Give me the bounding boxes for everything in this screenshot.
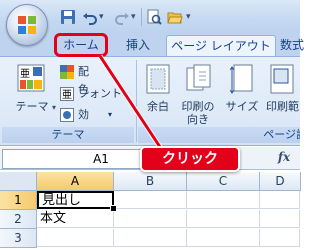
cell-a1[interactable]: 見出し xyxy=(37,191,114,209)
fonts-icon: 亜 xyxy=(60,87,74,101)
fill-handle[interactable] xyxy=(110,205,117,212)
print-area-label: 印刷範 xyxy=(266,100,299,113)
size-icon xyxy=(230,64,253,94)
svg-text:亜: 亜 xyxy=(62,90,72,101)
undo-icon[interactable] xyxy=(82,9,98,25)
themes-label: テーマ xyxy=(15,100,49,113)
orientation-label-line2: 向き xyxy=(187,113,209,126)
orientation-button[interactable]: 印刷の 向き xyxy=(178,62,218,126)
save-icon[interactable] xyxy=(60,9,76,25)
margins-label: 余白 xyxy=(147,100,169,113)
themes-dropdown-icon[interactable]: ▾ xyxy=(52,103,56,112)
home-tab-highlight xyxy=(54,33,108,57)
open-folder-icon[interactable] xyxy=(167,9,183,25)
click-callout: クリック xyxy=(140,146,240,172)
office-logo-icon xyxy=(18,16,36,34)
cell-b3[interactable] xyxy=(114,229,187,247)
row-header-3[interactable]: 3 xyxy=(0,229,37,248)
undo-dropdown-icon[interactable]: ▾ xyxy=(99,8,107,26)
cell-c1[interactable] xyxy=(187,191,260,209)
cell-c2[interactable] xyxy=(187,210,260,228)
colors-icon xyxy=(60,65,74,79)
print-area-button[interactable]: 印刷範 xyxy=(264,62,300,122)
margins-button[interactable]: 余白 xyxy=(140,62,174,122)
themes-button[interactable]: 亜 テーマ xyxy=(14,62,49,122)
insert-function-button[interactable]: fx xyxy=(276,150,292,166)
print-area-icon xyxy=(270,64,294,94)
customize-qat-icon[interactable]: ▾ xyxy=(186,8,194,26)
fonts-dropdown-icon: ▾ xyxy=(122,89,127,98)
orientation-icon xyxy=(186,64,211,91)
svg-text:亜: 亜 xyxy=(20,69,30,80)
print-preview-icon[interactable] xyxy=(146,9,162,25)
tab-insert[interactable]: 挿入 xyxy=(112,35,164,56)
cell-b2[interactable] xyxy=(114,210,187,228)
page-setup-group-text: ページ設定 xyxy=(263,128,300,141)
select-all-corner[interactable] xyxy=(0,172,37,191)
cell-c3[interactable] xyxy=(187,229,260,247)
effects-icon xyxy=(60,108,74,122)
office-button[interactable] xyxy=(6,4,48,46)
column-header-a[interactable]: A xyxy=(37,172,114,191)
cell-d1[interactable] xyxy=(260,191,300,209)
margins-icon xyxy=(146,64,170,94)
cell-d3[interactable] xyxy=(260,229,300,247)
tab-page-layout[interactable]: ページ レイアウト xyxy=(166,35,276,57)
qat-separator xyxy=(141,8,142,26)
row-header-1[interactable]: 1 xyxy=(0,191,37,210)
page-setup-group-label: ページ設定 xyxy=(138,127,300,143)
cell-d2[interactable] xyxy=(260,210,300,228)
fonts-label: フォント xyxy=(78,87,122,100)
redo-dropdown-icon[interactable]: ▾ xyxy=(131,8,139,26)
column-header-b[interactable]: B xyxy=(114,172,187,191)
redo-icon[interactable] xyxy=(114,9,130,25)
themes-group-label: テーマ xyxy=(2,127,134,143)
column-header-c[interactable]: C xyxy=(187,172,260,191)
cell-a2[interactable]: 本文 xyxy=(37,210,114,228)
cell-b1[interactable] xyxy=(114,191,187,209)
size-label: サイズ xyxy=(225,100,259,113)
effects-dropdown-icon: ▾ xyxy=(108,110,113,119)
group-separator xyxy=(136,60,137,142)
tab-formulas[interactable]: 数式 xyxy=(280,35,320,56)
row-header-2[interactable]: 2 xyxy=(0,210,37,229)
cell-a3[interactable] xyxy=(37,229,114,247)
themes-icon: 亜 xyxy=(17,64,45,92)
column-header-d[interactable]: D xyxy=(260,172,301,191)
size-button[interactable]: サイズ xyxy=(222,62,262,122)
